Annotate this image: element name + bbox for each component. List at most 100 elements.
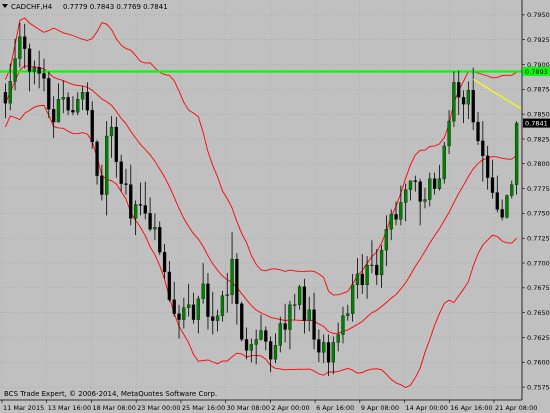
bull-candle-body [293, 304, 297, 306]
bear-candle-body [100, 175, 104, 195]
x-tick-label: 14 Apr 00:00 [406, 404, 448, 412]
bull-candle-body [307, 309, 311, 321]
bull-candle-body [56, 99, 61, 123]
candle [240, 301, 244, 342]
bear-candle-body [143, 205, 147, 214]
bull-candle-body [297, 286, 302, 305]
bull-candle-body [355, 273, 360, 286]
bull-candle-body [384, 229, 389, 251]
bear-candle-body [471, 90, 475, 123]
bear-candle-body [317, 339, 321, 353]
bear-candle-body [124, 183, 128, 185]
bear-candle-body [481, 140, 485, 156]
bear-candle-body [119, 161, 123, 184]
bull-candle-body [187, 304, 191, 308]
y-tick-label: 0.7850 [527, 110, 550, 118]
bear-candle-body [360, 273, 364, 286]
bear-candle-body [326, 342, 331, 363]
price-chart[interactable]: 0.7893 0.79500.79250.79000.78750.78500.7… [0, 0, 550, 413]
bull-candle-body [389, 214, 393, 230]
chart-window[interactable]: 0.7893 0.7950 0.7925 0.7900 0.7875 0.7850 0.7… [0, 0, 550, 413]
x-tick-label: 18 Mar 08:00 [92, 404, 135, 412]
bull-candle-body [105, 135, 109, 195]
bull-candle-body [447, 120, 451, 147]
y-tick-label: 0.7900 [527, 61, 550, 69]
bull-candle-body [109, 126, 114, 137]
bull-candle-body [259, 330, 263, 340]
bear-candle-body [66, 97, 70, 111]
ohlc-values: 0.7779 0.7843 0.7769 0.7841 [63, 3, 168, 11]
bull-candle-body [423, 199, 427, 202]
bull-candle-body [153, 227, 157, 230]
current-price-label: 0.7841 [525, 119, 548, 127]
bull-candle-body [336, 334, 340, 343]
bear-candle-body [138, 204, 143, 206]
bear-candle-body [3, 92, 8, 104]
bull-candle-body [365, 264, 369, 286]
bear-candle-body [457, 82, 461, 98]
bull-candle-body [278, 323, 282, 346]
bear-candle-body [129, 184, 133, 219]
bear-candle-body [177, 313, 181, 320]
bear-candle-body [418, 181, 422, 202]
bear-candle-body [71, 110, 75, 113]
bear-candle-body [37, 67, 41, 74]
bull-candle-body [32, 67, 36, 72]
bear-candle-body [90, 110, 94, 143]
bull-candle-body [428, 178, 432, 200]
x-tick-label: 25 Mar 16:00 [182, 404, 225, 412]
bear-candle-body [211, 316, 215, 321]
candle [442, 141, 446, 184]
y-tick-label: 0.7800 [527, 160, 550, 168]
bear-candle-body [172, 299, 176, 314]
bull-candle-body [8, 81, 12, 104]
y-tick-label: 0.7600 [527, 359, 550, 367]
bull-candle-body [220, 295, 225, 316]
bull-candle-body [514, 122, 519, 185]
bear-candle-body [85, 92, 90, 111]
bull-candle-body [13, 58, 17, 82]
bear-candle-body [268, 341, 273, 360]
y-tick-label: 0.7650 [527, 309, 550, 317]
candle [505, 194, 509, 219]
bull-candle-body [350, 284, 355, 314]
y-tick-label: 0.7825 [527, 135, 550, 143]
bear-candle-body [42, 73, 46, 79]
bear-candle-body [461, 97, 466, 105]
bull-candle-body [201, 283, 205, 299]
bear-candle-body [23, 36, 27, 49]
bull-candle-body [182, 307, 186, 320]
bear-candle-body [312, 309, 316, 340]
bull-candle-body [466, 90, 471, 105]
bear-candle-body [432, 178, 437, 189]
bull-candle-body [80, 92, 85, 100]
bull-candle-body [404, 189, 408, 203]
x-tick-label: 21 Apr 08:00 [495, 404, 537, 412]
bull-candle-body [331, 342, 335, 363]
bear-candle-body [206, 283, 210, 317]
bull-candle-body [442, 145, 446, 179]
bear-candle-body [47, 78, 51, 110]
x-tick-label: 13 Mar 16:00 [48, 404, 91, 412]
bull-candle-body [370, 264, 374, 266]
bull-candle-body [18, 36, 22, 59]
bear-candle-body [394, 214, 398, 220]
copyright-text: BCS Trade Expert, © 2006-2014, MetaQuote… [4, 390, 217, 398]
bull-candle-body [510, 184, 514, 196]
bull-candle-body [249, 344, 254, 351]
bull-candle-body [76, 99, 80, 113]
y-tick-label: 0.7875 [527, 86, 550, 94]
bull-candle-body [379, 249, 384, 276]
bull-candle-body [346, 313, 350, 316]
bull-candle-body [225, 294, 229, 296]
bull-candle-body [452, 82, 456, 122]
bull-candle-body [254, 339, 258, 345]
bull-candle-body [341, 315, 345, 335]
y-tick-label: 0.7675 [527, 284, 550, 292]
bear-candle-body [27, 48, 32, 72]
bear-candle-body [95, 141, 99, 176]
symbol-label: CADCHF,H4 [11, 3, 53, 11]
x-tick-label: 6 Apr 16:00 [316, 404, 354, 412]
bull-candle-body [61, 97, 65, 100]
bear-candle-body [476, 121, 480, 142]
